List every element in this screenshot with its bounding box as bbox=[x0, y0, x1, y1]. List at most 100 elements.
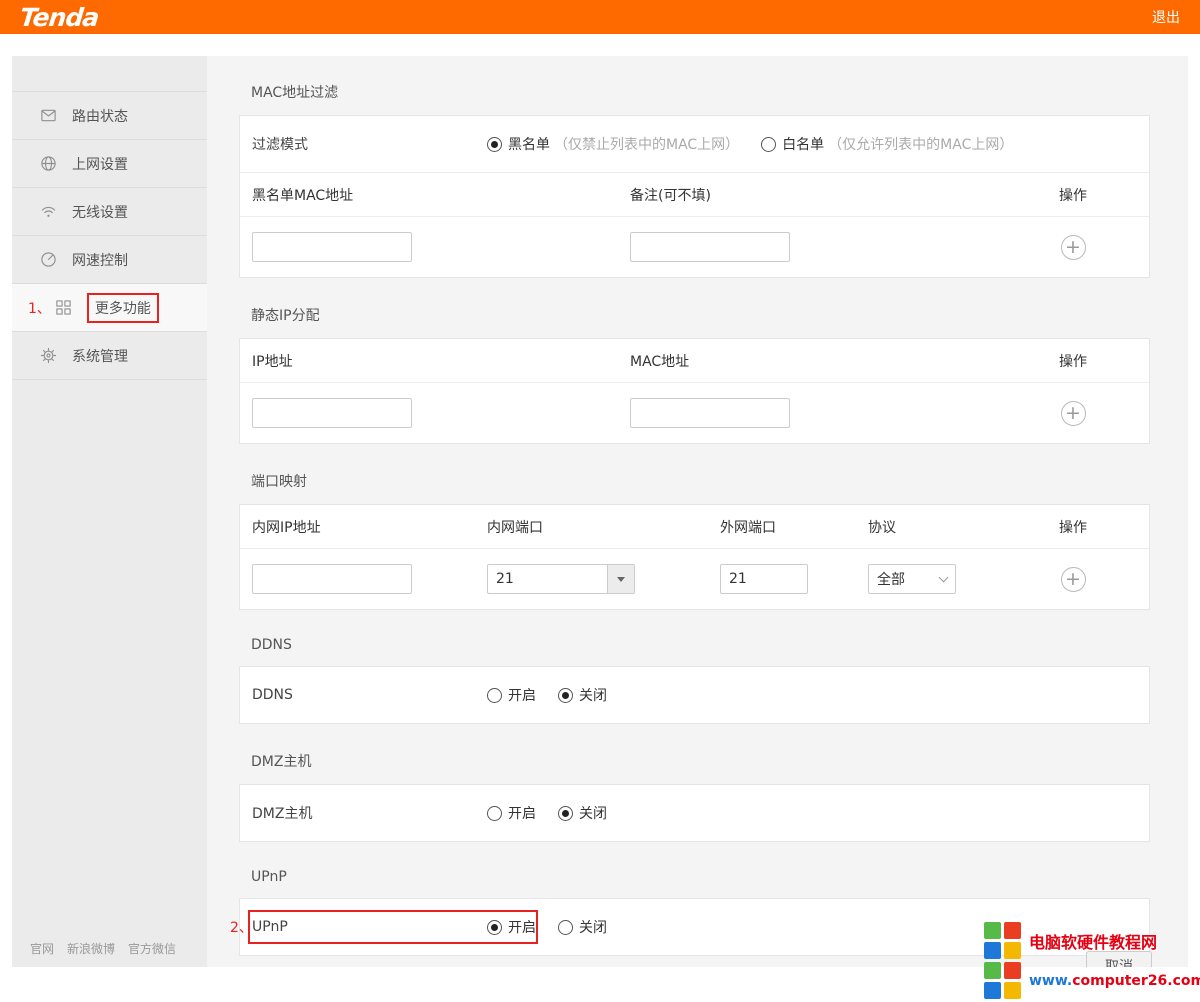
sidebar-item-label: 上网设置 bbox=[72, 154, 128, 174]
upnp-on-label: 开启 bbox=[508, 917, 536, 937]
radio-unchecked-icon[interactable] bbox=[487, 688, 502, 703]
protocol-select[interactable]: 全部 bbox=[868, 564, 956, 594]
column-header-action: 操作 bbox=[1043, 517, 1103, 537]
annotation-step-1: 1、 bbox=[28, 298, 51, 318]
internal-ip-input[interactable] bbox=[252, 564, 412, 594]
sidebar-item-label: 网速控制 bbox=[72, 250, 128, 270]
external-port-input[interactable] bbox=[720, 564, 808, 594]
footer-link-official-site[interactable]: 官网 bbox=[30, 940, 54, 957]
footer-link-weibo[interactable]: 新浪微博 bbox=[67, 940, 115, 957]
section-mac-filter: MAC地址过滤 过滤模式 黑名单 （仅禁止列表中的MAC上网） 白名单 （仅 bbox=[239, 82, 1150, 278]
section-dmz: DMZ主机 DMZ主机 开启 关闭 bbox=[239, 751, 1150, 842]
watermark-site-name: 电脑软硬件教程网 bbox=[1029, 929, 1157, 953]
site-logo-icon bbox=[984, 962, 1022, 1000]
dmz-card: DMZ主机 开启 关闭 bbox=[239, 784, 1150, 842]
tenda-logo: Tenda bbox=[19, 5, 100, 30]
sidebar-item-label: 系统管理 bbox=[72, 346, 128, 366]
note-input[interactable] bbox=[630, 232, 790, 262]
upnp-off-option[interactable]: 关闭 bbox=[558, 917, 607, 937]
ddns-off-label: 关闭 bbox=[579, 685, 607, 705]
site-logo-icon bbox=[984, 922, 1022, 960]
mail-icon bbox=[40, 107, 57, 124]
watermark: 电脑软硬件教程网 www.computer26.com bbox=[984, 922, 1194, 1002]
blacklist-radio-option[interactable]: 黑名单 （仅禁止列表中的MAC上网） bbox=[487, 134, 739, 154]
wifi-icon bbox=[40, 203, 57, 220]
port-mapping-card: 内网IP地址 内网端口 外网端口 协议 操作 bbox=[239, 504, 1150, 610]
section-title-static-ip: 静态IP分配 bbox=[251, 305, 1150, 325]
footer-link-wechat[interactable]: 官方微信 bbox=[128, 940, 176, 957]
internal-port-dropdown-button[interactable] bbox=[607, 564, 635, 594]
section-ddns: DDNS DDNS 开启 关闭 bbox=[239, 637, 1150, 724]
mac-filter-table-header: 黑名单MAC地址 备注(可不填) 操作 bbox=[240, 173, 1149, 217]
caret-down-icon bbox=[617, 577, 625, 582]
ddns-on-option[interactable]: 开启 bbox=[487, 685, 536, 705]
chevron-down-icon bbox=[939, 573, 949, 583]
internal-port-input[interactable] bbox=[487, 564, 607, 594]
sidebar-item-wireless-settings[interactable]: 无线设置 bbox=[12, 188, 207, 236]
internal-port-combo bbox=[487, 564, 635, 594]
static-mac-input[interactable] bbox=[630, 398, 790, 428]
blacklist-note: （仅禁止列表中的MAC上网） bbox=[554, 134, 739, 154]
radio-checked-icon[interactable] bbox=[487, 920, 502, 935]
sidebar-item-router-status[interactable]: 路由状态 bbox=[12, 92, 207, 140]
static-ip-input[interactable] bbox=[252, 398, 412, 428]
sidebar-item-speed-control[interactable]: 网速控制 bbox=[12, 236, 207, 284]
radio-unchecked-icon[interactable] bbox=[761, 137, 776, 152]
add-mac-filter-button[interactable] bbox=[1061, 235, 1086, 260]
section-title-upnp: UPnP bbox=[251, 869, 1150, 885]
blacklist-mac-input[interactable] bbox=[252, 232, 412, 262]
column-header-internal-port: 内网端口 bbox=[487, 517, 720, 537]
static-ip-input-row bbox=[240, 383, 1149, 443]
column-header-action: 操作 bbox=[1043, 185, 1103, 205]
filter-mode-row: 过滤模式 黑名单 （仅禁止列表中的MAC上网） 白名单 （仅允许列表中的MAC上… bbox=[240, 116, 1149, 173]
globe-icon bbox=[40, 155, 57, 172]
dmz-row: DMZ主机 开启 关闭 bbox=[240, 785, 1149, 841]
sidebar-item-system-management[interactable]: 系统管理 bbox=[12, 332, 207, 380]
sidebar: 路由状态 上网设置 无线设置 网速控制 1、 bbox=[12, 56, 207, 967]
whitelist-radio-option[interactable]: 白名单 （仅允许列表中的MAC上网） bbox=[761, 134, 1013, 154]
radio-checked-icon[interactable] bbox=[558, 806, 573, 821]
port-mapping-table-header: 内网IP地址 内网端口 外网端口 协议 操作 bbox=[240, 505, 1149, 549]
sidebar-item-more-features[interactable]: 1、 更多功能 bbox=[12, 284, 207, 332]
section-title-dmz: DMZ主机 bbox=[251, 751, 1150, 771]
column-header-note: 备注(可不填) bbox=[630, 185, 1043, 205]
dmz-off-label: 关闭 bbox=[579, 803, 607, 823]
section-static-ip: 静态IP分配 IP地址 MAC地址 操作 bbox=[239, 305, 1150, 444]
sidebar-item-label: 无线设置 bbox=[72, 202, 128, 222]
whitelist-label: 白名单 bbox=[782, 134, 824, 154]
add-port-mapping-button[interactable] bbox=[1061, 567, 1086, 592]
section-title-port-mapping: 端口映射 bbox=[251, 471, 1150, 491]
dmz-on-option[interactable]: 开启 bbox=[487, 803, 536, 823]
radio-unchecked-icon[interactable] bbox=[487, 806, 502, 821]
sidebar-item-label: 更多功能 bbox=[87, 293, 159, 323]
ddns-off-option[interactable]: 关闭 bbox=[558, 685, 607, 705]
upnp-on-option[interactable]: 开启 bbox=[487, 917, 536, 937]
sidebar-item-internet-settings[interactable]: 上网设置 bbox=[12, 140, 207, 188]
section-title-ddns: DDNS bbox=[251, 637, 1150, 653]
grid-icon bbox=[55, 299, 72, 316]
column-header-action: 操作 bbox=[1043, 351, 1103, 371]
speedometer-icon bbox=[40, 251, 57, 268]
filter-mode-radio-group: 黑名单 （仅禁止列表中的MAC上网） 白名单 （仅允许列表中的MAC上网） bbox=[487, 134, 1035, 154]
upnp-radio-group: 开启 关闭 bbox=[487, 917, 629, 937]
main-content: MAC地址过滤 过滤模式 黑名单 （仅禁止列表中的MAC上网） 白名单 （仅 bbox=[207, 56, 1188, 967]
watermark-row-2: www.computer26.com bbox=[984, 962, 1194, 1000]
column-header-internal-ip: 内网IP地址 bbox=[252, 517, 487, 537]
blacklist-label: 黑名单 bbox=[508, 134, 550, 154]
radio-checked-icon[interactable] bbox=[487, 137, 502, 152]
page-frame: 路由状态 上网设置 无线设置 网速控制 1、 bbox=[12, 56, 1188, 967]
ddns-card: DDNS 开启 关闭 bbox=[239, 666, 1150, 724]
radio-unchecked-icon[interactable] bbox=[558, 920, 573, 935]
top-header: Tenda 退出 bbox=[0, 0, 1200, 34]
mac-filter-card: 过滤模式 黑名单 （仅禁止列表中的MAC上网） 白名单 （仅允许列表中的MAC上… bbox=[239, 115, 1150, 278]
upnp-label: UPnP bbox=[252, 919, 487, 935]
port-mapping-input-row: 全部 bbox=[240, 549, 1149, 609]
logout-link[interactable]: 退出 bbox=[1152, 7, 1180, 27]
sidebar-menu: 路由状态 上网设置 无线设置 网速控制 1、 bbox=[12, 91, 207, 380]
dmz-off-option[interactable]: 关闭 bbox=[558, 803, 607, 823]
static-ip-card: IP地址 MAC地址 操作 bbox=[239, 338, 1150, 444]
url-prefix: www. bbox=[1029, 973, 1072, 989]
add-static-ip-button[interactable] bbox=[1061, 401, 1086, 426]
column-header-ip: IP地址 bbox=[252, 351, 630, 371]
radio-checked-icon[interactable] bbox=[558, 688, 573, 703]
